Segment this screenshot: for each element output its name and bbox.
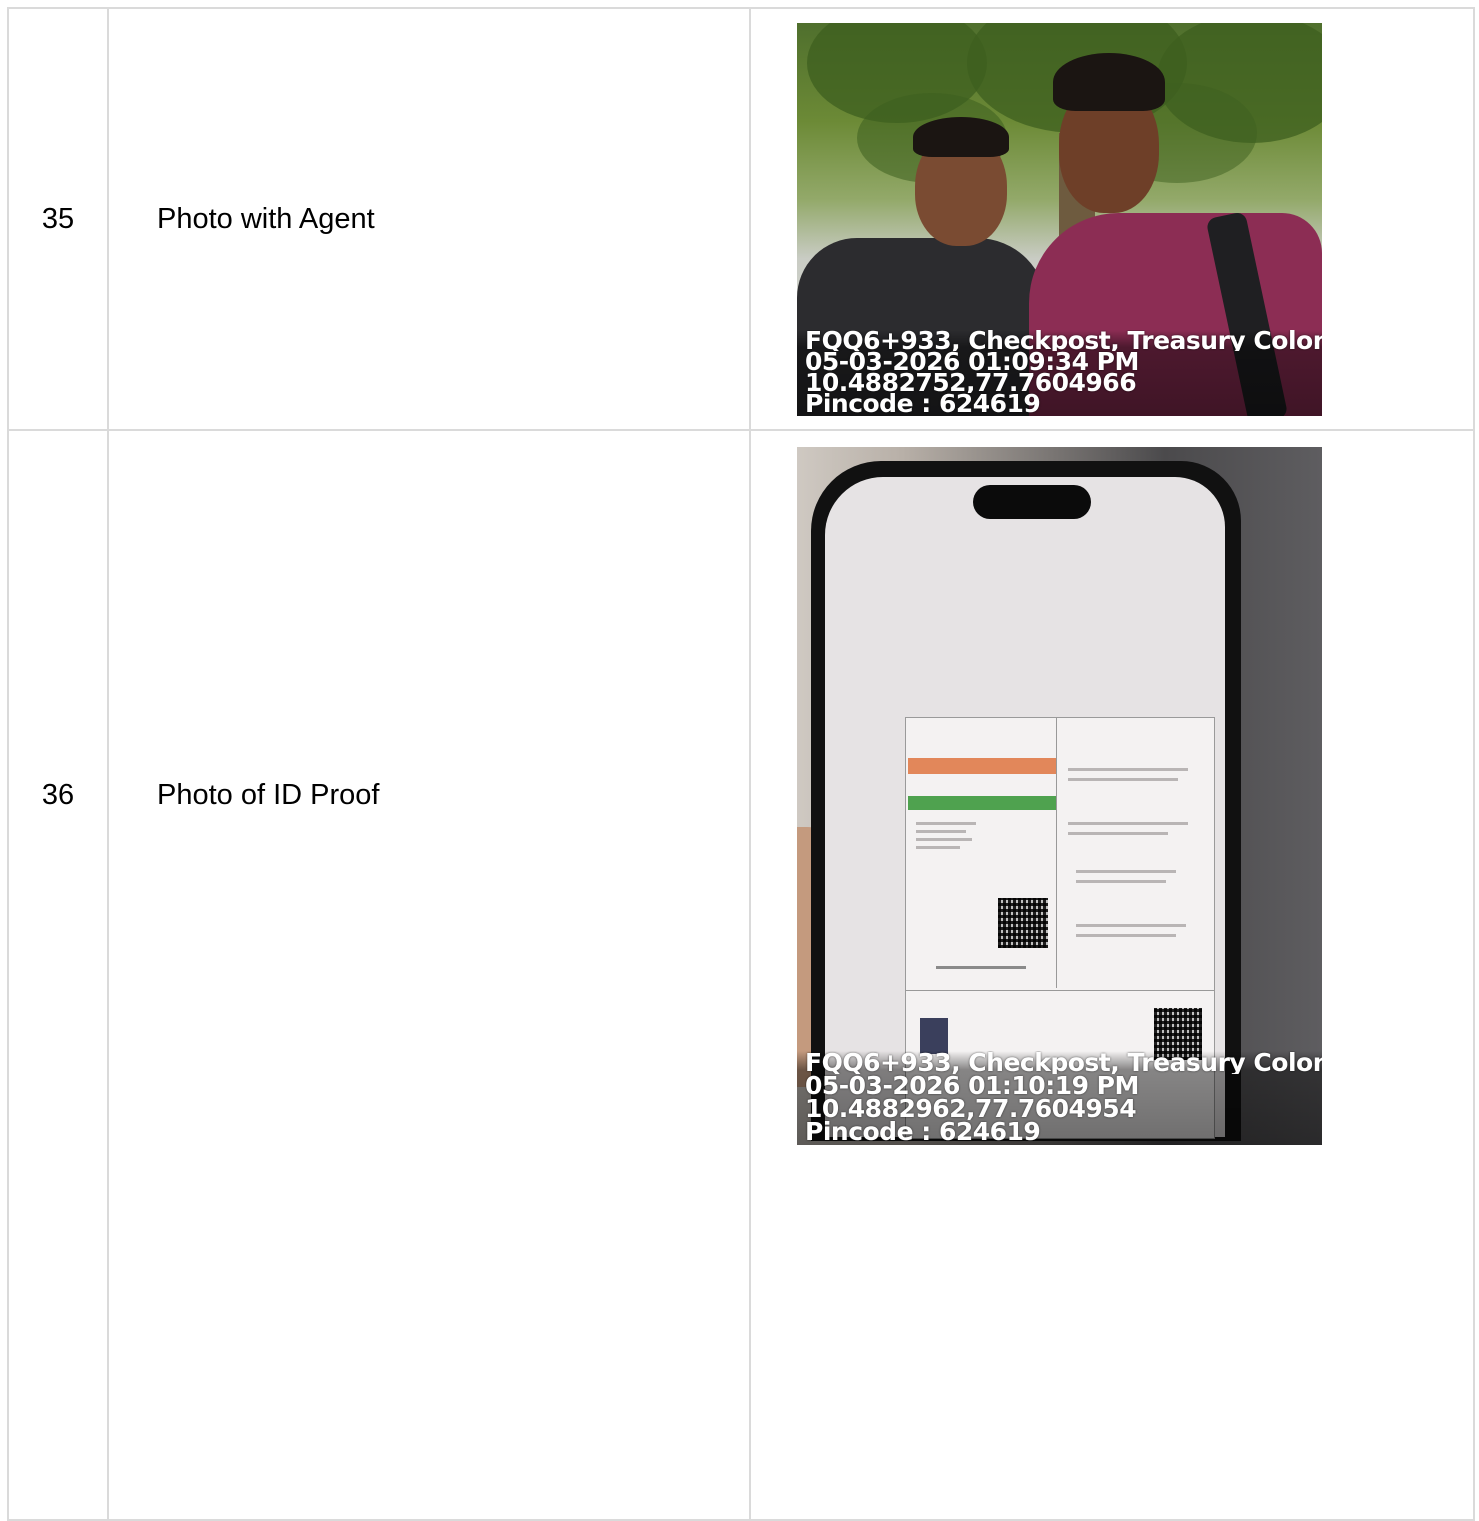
row-label: Photo with Agent <box>107 7 751 431</box>
id-proof-photo: FQQ6+933, Checkpost, Treasury Colony, 05… <box>797 447 1322 1145</box>
photo-cell: FQQ6+933, Checkpost, Treasury Colony, 05… <box>749 429 1475 1521</box>
geo-stamp: FQQ6+933, Checkpost, Treasury Colony, 05… <box>797 329 1322 416</box>
document-table-container: 35 Photo with Agent FQQ6+933, Checkpost,… <box>7 7 1475 1521</box>
row-number: 36 <box>7 429 109 1521</box>
stamp-pincode: Pincode : 624619 <box>805 1120 1041 1143</box>
phone-notch <box>973 485 1091 519</box>
table-row: 35 Photo with Agent FQQ6+933, Checkpost,… <box>7 7 1475 431</box>
agent-photo: FQQ6+933, Checkpost, Treasury Colony, 05… <box>797 22 1322 416</box>
stamp-datetime: 05-03-2026 01:10:19 PM <box>805 1074 1139 1097</box>
photo-cell: FQQ6+933, Checkpost, Treasury Colony, 05… <box>749 7 1475 431</box>
geo-stamp: FQQ6+933, Checkpost, Treasury Colony, 05… <box>797 1051 1322 1145</box>
stamp-coords: 10.4882752,77.7604966 <box>805 371 1137 393</box>
photo-background <box>797 447 1322 1145</box>
row-number: 35 <box>7 7 109 431</box>
stamp-coords: 10.4882962,77.7604954 <box>805 1097 1137 1120</box>
stamp-address: FQQ6+933, Checkpost, Treasury Colony, <box>805 1051 1322 1074</box>
table-row: 36 Photo of ID Proof FQQ6+933, Checkpost… <box>7 429 1475 1521</box>
row-label: Photo of ID Proof <box>107 429 751 1521</box>
stamp-address: FQQ6+933, Checkpost, Treasury Colony, <box>805 329 1322 351</box>
phone-screen <box>825 477 1225 1139</box>
stamp-datetime: 05-03-2026 01:09:34 PM <box>805 350 1139 372</box>
photo-table: 35 Photo with Agent FQQ6+933, Checkpost,… <box>7 7 1475 1521</box>
stamp-pincode: Pincode : 624619 <box>805 392 1041 414</box>
